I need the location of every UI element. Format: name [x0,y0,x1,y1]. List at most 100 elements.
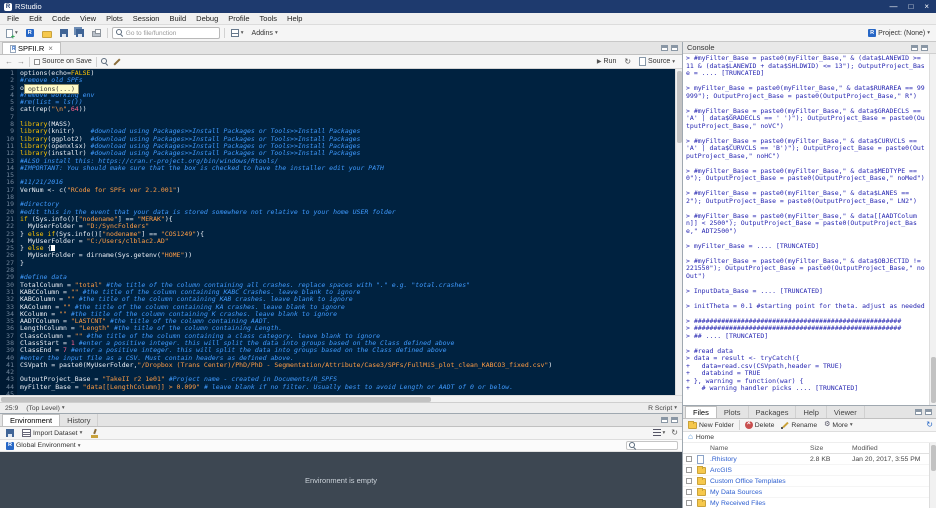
new-project-button[interactable] [24,28,36,38]
close-tab-icon[interactable]: × [48,44,53,53]
code-line[interactable] [20,172,682,179]
refresh-environment-icon[interactable]: ↻ [671,429,678,437]
code-line[interactable]: MyUserFolder = "C:/Users/clblac2.AD" [20,237,682,245]
menu-session[interactable]: Session [128,14,165,23]
file-type-selector[interactable]: R Script ▾ [648,405,677,412]
open-file-button[interactable] [40,28,54,39]
environment-search[interactable] [626,441,678,450]
menu-tools[interactable]: Tools [255,14,283,23]
file-name[interactable]: ArcGIS [710,467,810,474]
menu-view[interactable]: View [75,14,101,23]
new-folder-button[interactable]: New Folder [686,420,736,430]
run-button[interactable]: ▶ Run [595,57,618,66]
console-output[interactable]: > #myFilter_Base = paste0(myFilter_Base,… [683,54,936,405]
minimize-pane-icon[interactable] [661,45,668,51]
find-replace-icon[interactable] [100,57,109,66]
go-to-file-search[interactable] [111,27,220,39]
file-checkbox[interactable] [686,456,692,462]
editor-horizontal-scrollbar[interactable] [0,395,682,402]
file-row[interactable]: ArcGIS [683,465,936,476]
source-on-save-checkbox[interactable]: Source on Save [34,58,92,65]
file-checkbox[interactable] [686,489,692,495]
column-header-modified[interactable]: Modified [852,445,936,452]
code-line[interactable]: #remove working env [20,91,682,99]
file-row[interactable]: .Rhistory 2.8 KB Jan 20, 2017, 3:55 PM [683,454,936,465]
breadcrumb-home[interactable]: Home [696,434,714,441]
code-lines[interactable]: options(echo=FALSE)#remove old SPFsoptio… [17,69,682,395]
minimize-pane-icon[interactable] [915,409,922,415]
file-name[interactable]: .Rhistory [710,456,810,463]
menu-edit[interactable]: Edit [24,14,47,23]
code-tools-icon[interactable] [113,58,121,66]
scrollbar-thumb[interactable] [931,357,936,403]
code-line[interactable] [20,194,682,201]
code-line[interactable]: myFilter_Base = "data[[LengthColumn]] > … [20,383,682,391]
minimize-pane-icon[interactable] [661,417,668,423]
rerun-button[interactable]: ↻ [622,57,633,67]
code-line[interactable]: CSVpath = paste0(MyUserFolder,"/Dropbox … [20,361,682,369]
tab-help[interactable]: Help [796,406,827,418]
tab-packages[interactable]: Packages [749,406,797,418]
menu-profile[interactable]: Profile [223,14,254,23]
delete-button[interactable]: Delete [743,420,777,430]
addins-button[interactable]: Addins ▾ [250,29,280,38]
editor-vertical-scrollbar[interactable] [675,69,682,395]
code-editor[interactable]: 1 2 3 4 5 6 7 8 9 10 11 12 13 14 15 16 17 18 19 20 21 22 23 24 2… [0,69,682,395]
console-scrollbar[interactable] [929,54,936,405]
save-all-button[interactable] [74,28,86,38]
code-line[interactable]: #remove old SPFs [20,77,682,84]
import-dataset-button[interactable]: Import Dataset ▾ [20,428,84,438]
clear-workspace-button[interactable] [88,428,101,439]
scrollbar-thumb[interactable] [931,445,936,471]
maximize-window-button[interactable]: □ [908,2,913,12]
maximize-pane-icon[interactable] [671,417,678,423]
new-file-button[interactable]: ▾ [4,28,20,41]
environment-scope-dropdown[interactable]: Global Environment▾ [4,441,82,451]
back-icon[interactable]: ← [5,57,13,66]
menu-file[interactable]: File [2,14,24,23]
scope-selector[interactable]: (Top Level) ▾ [26,405,64,412]
code-line[interactable]: #rm(list = ls()) [20,99,682,106]
more-button[interactable]: ⚙ More ▾ [822,420,855,430]
column-header-size[interactable]: Size [810,445,852,452]
code-line[interactable]: VerNum <- c("RCode for SPFs ver 2.2.001"… [20,186,682,194]
file-row[interactable]: My Data Sources [683,487,936,498]
file-name[interactable]: My Received Files [710,500,810,507]
code-line[interactable]: options( [20,84,682,92]
menu-help[interactable]: Help [282,14,307,23]
scrollbar-thumb[interactable] [1,397,431,402]
editor-tab-spfii-r[interactable]: SPFII.R × [2,42,61,54]
menu-debug[interactable]: Debug [191,14,223,23]
menu-code[interactable]: Code [47,14,75,23]
tab-environment[interactable]: Environment [2,414,61,426]
forward-icon[interactable]: → [17,57,25,66]
minimize-pane-icon[interactable] [911,44,918,51]
tab-files[interactable]: Files [685,406,717,418]
workspace-panes-button[interactable]: ▾ [229,28,246,38]
code-line[interactable] [20,114,682,121]
save-button[interactable] [58,28,70,38]
maximize-pane-icon[interactable] [925,409,932,415]
code-line[interactable]: #IMPORTANT: You should make sure that th… [20,164,682,172]
source-button[interactable]: Source ▾ [637,56,677,67]
column-header-name[interactable]: Name [710,445,810,452]
tab-plots[interactable]: Plots [717,406,749,418]
menu-build[interactable]: Build [164,14,191,23]
environment-view-dropdown[interactable]: ▾ [651,428,668,438]
tab-history[interactable]: History [60,414,99,426]
code-line[interactable]: MyUserFolder = dirname(Sys.getenv("HOME"… [20,252,682,260]
file-checkbox[interactable] [686,467,692,473]
minimize-window-button[interactable]: — [889,2,897,12]
refresh-files-icon[interactable]: ↻ [926,421,933,429]
file-name[interactable]: Custom Office Templates [710,478,810,485]
close-window-button[interactable]: × [924,2,929,12]
file-row[interactable]: My Received Files [683,498,936,508]
file-name[interactable]: My Data Sources [710,489,810,496]
maximize-pane-icon[interactable] [671,45,678,51]
code-line[interactable]: options(echo=FALSE) [20,69,682,77]
file-checkbox[interactable] [686,500,692,506]
print-button[interactable] [90,28,103,38]
files-scrollbar[interactable] [929,443,936,508]
file-row[interactable]: Custom Office Templates [683,476,936,487]
file-checkbox[interactable] [686,478,692,484]
